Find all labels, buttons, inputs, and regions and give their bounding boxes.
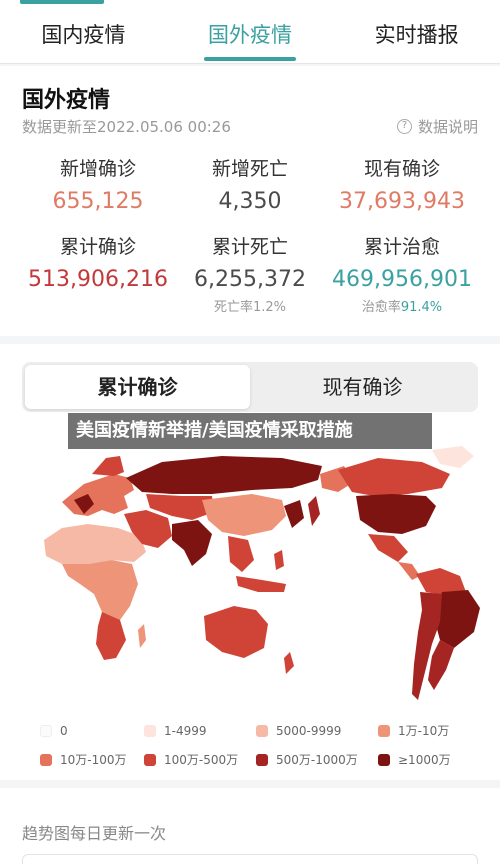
recovery-rate-label: 治愈率 (361, 300, 401, 315)
question-icon: ? (396, 119, 412, 134)
stat-value: 469,956,901 (332, 267, 472, 292)
legend-item: 5000-9999 (256, 722, 378, 739)
stats-title: 国外疫情 (22, 88, 111, 113)
stat-label: 累计确诊 (59, 236, 136, 258)
overseas-stats-card: 国外疫情 数据更新至2022.05.06 00:26 ? 数据说明 新增确诊 6… (0, 66, 500, 336)
legend-label: 1-4999 (164, 723, 207, 738)
map-region-australia (204, 606, 268, 658)
stat-current-confirmed: 现有确诊 37,693,943 (322, 154, 482, 214)
trend-note: 趋势图每日更新一次 (22, 824, 167, 843)
legend-swatch (144, 724, 156, 737)
map-region-philippines (274, 550, 284, 570)
legend-swatch (378, 753, 390, 766)
legend-label: ≥1000万 (398, 753, 451, 767)
map-region-greenland (432, 446, 474, 468)
map-region-central-africa (62, 560, 138, 624)
legend-swatch (144, 753, 156, 766)
map-region-usa (356, 494, 436, 534)
map-region-mexico (368, 534, 408, 562)
stat-value: 6,255,372 (194, 267, 306, 292)
legend-label: 5000-9999 (276, 723, 342, 738)
map-region-madagascar (138, 624, 146, 648)
map-region-new-zealand (284, 652, 294, 674)
legend-swatch (40, 753, 52, 766)
stat-label: 累计治愈 (363, 236, 440, 258)
legend-item: 500万-1000万 (256, 751, 378, 768)
trend-chart-frame (22, 854, 478, 864)
death-rate-label: 死亡率 (213, 300, 253, 315)
legend-label: 500万-1000万 (276, 753, 358, 767)
tab-overseas[interactable]: 国外疫情 (170, 19, 330, 63)
map-region-scandinavia (92, 456, 124, 476)
legend-swatch (256, 753, 268, 766)
stat-total-recovered: 累计治愈 469,956,901 治愈率91.4% (322, 232, 482, 315)
world-map-card: 累计确诊 现有确诊 美国疫情新举措/美国疫情采取措施 0 1-4999 5000… (0, 344, 500, 780)
legend-item: 10万-100万 (40, 751, 144, 768)
map-region-europe (62, 474, 134, 516)
stat-value: 513,906,216 (28, 267, 168, 292)
stat-new-deaths: 新增死亡 4,350 (170, 154, 330, 214)
recovery-rate: 治愈率91.4% (322, 296, 482, 315)
legend-swatch (378, 724, 390, 737)
trend-section: 趋势图每日更新一次 (0, 788, 500, 864)
map-region-japan (308, 496, 320, 526)
stat-label: 现有确诊 (363, 158, 440, 180)
legend-item: 0 (40, 722, 144, 739)
map-mode-toggle: 累计确诊 现有确诊 (22, 362, 478, 412)
data-explain-link[interactable]: ? 数据说明 (396, 116, 478, 137)
stat-label: 新增死亡 (211, 158, 288, 180)
stat-label: 新增确诊 (59, 158, 136, 180)
legend-item: 1-4999 (144, 722, 256, 739)
news-banner[interactable]: 美国疫情新举措/美国疫情采取措施 (68, 413, 432, 449)
stat-value: 4,350 (218, 189, 282, 214)
top-accent-bar (20, 0, 104, 4)
legend-label: 10万-100万 (60, 753, 127, 767)
legend-label: 0 (60, 723, 68, 738)
region-tabs: 国内疫情 国外疫情 实时播报 (0, 0, 500, 64)
map-legend: 0 1-4999 5000-9999 1万-10万 10万-100万 100万-… (40, 722, 480, 768)
legend-item: 100万-500万 (144, 751, 256, 768)
tab-domestic[interactable]: 国内疫情 (3, 19, 163, 63)
death-rate-value: 1.2% (252, 300, 287, 315)
legend-item: ≥1000万 (378, 751, 478, 768)
stat-value: 37,693,943 (339, 189, 465, 214)
legend-label: 1万-10万 (398, 724, 450, 738)
toggle-total-confirmed[interactable]: 累计确诊 (25, 365, 250, 409)
stat-total-confirmed: 累计确诊 513,906,216 (18, 232, 178, 292)
stat-new-confirmed: 新增确诊 655,125 (18, 154, 178, 214)
toggle-current-confirmed[interactable]: 现有确诊 (250, 365, 475, 409)
map-region-central-america (398, 562, 420, 580)
world-choropleth-map[interactable] (22, 444, 482, 709)
map-region-canada (338, 458, 450, 496)
map-region-southern-africa (96, 612, 126, 660)
map-region-china (202, 494, 286, 536)
map-region-indonesia (236, 576, 286, 592)
stat-total-deaths: 累计死亡 6,255,372 死亡率1.2% (170, 232, 330, 315)
map-region-russia (126, 456, 322, 494)
map-region-south-asia (172, 520, 212, 566)
legend-swatch (40, 724, 52, 737)
tab-live-report[interactable]: 实时播报 (337, 19, 497, 63)
legend-swatch (256, 724, 268, 737)
data-explain-label: 数据说明 (417, 118, 478, 136)
map-region-southern-cone (428, 640, 454, 690)
update-time: 数据更新至2022.05.06 00:26 (22, 118, 231, 136)
legend-label: 100万-500万 (164, 753, 239, 767)
map-region-north-africa (44, 524, 146, 564)
recovery-rate-value: 91.4% (400, 300, 443, 315)
death-rate: 死亡率1.2% (170, 296, 330, 315)
stat-value: 655,125 (52, 189, 144, 214)
map-region-se-asia (228, 536, 254, 572)
legend-item: 1万-10万 (378, 722, 478, 739)
map-region-east-asia (284, 500, 304, 528)
stat-label: 累计死亡 (211, 236, 288, 258)
